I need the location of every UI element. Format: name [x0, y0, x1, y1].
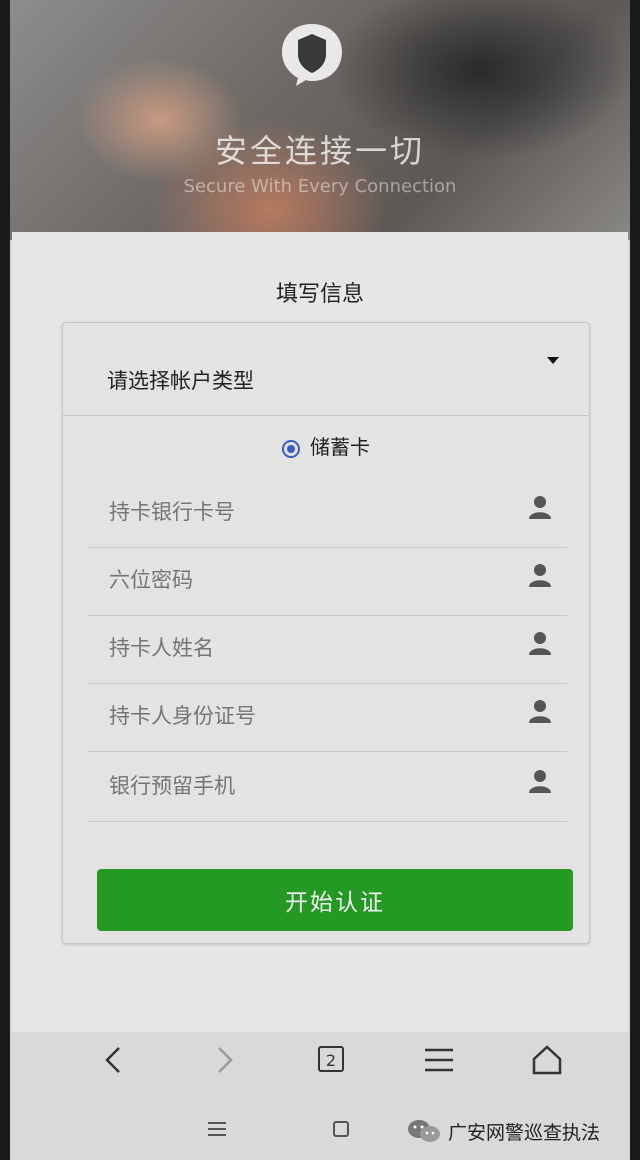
- phone-field[interactable]: [87, 755, 567, 822]
- person-icon: [529, 496, 551, 519]
- home-icon: [532, 1045, 562, 1075]
- hero-title: 安全连接一切: [214, 132, 425, 170]
- person-icon: [529, 632, 551, 655]
- chevron-left-icon: [105, 1047, 120, 1073]
- menu-icon: [425, 1048, 453, 1072]
- card-number-input[interactable]: [107, 499, 491, 525]
- chevron-right-icon: [218, 1047, 233, 1073]
- cardholder-name-input[interactable]: [107, 635, 491, 661]
- form-card: 请选择帐户类型 储蓄卡 持卡银行卡号 六位密码 持卡人姓名 持卡人身份证号 银行…: [62, 322, 590, 944]
- menu-button[interactable]: [408, 1032, 468, 1088]
- card-number-field[interactable]: [87, 481, 567, 548]
- watermark: 广安网警巡查执法: [406, 1116, 600, 1146]
- person-icon: [529, 770, 551, 793]
- watermark-text: 广安网警巡查执法: [448, 1121, 601, 1144]
- caret-down-icon: [547, 357, 559, 364]
- card-type-radio[interactable]: 储蓄卡: [63, 431, 589, 471]
- system-home-icon[interactable]: [326, 1118, 356, 1140]
- browser-nav-bar: 2: [10, 1032, 630, 1088]
- recent-apps-icon[interactable]: [202, 1118, 232, 1140]
- person-icon: [529, 564, 551, 587]
- tabs-button[interactable]: 2: [300, 1032, 360, 1088]
- forward-button[interactable]: [194, 1032, 254, 1088]
- form-panel: 填写信息 请选择帐户类型 储蓄卡 持卡银行卡号 六位密码 持卡人姓名 持卡人身份…: [12, 232, 628, 1032]
- start-verification-button[interactable]: 开始认证: [97, 869, 573, 931]
- account-type-select[interactable]: 请选择帐户类型: [63, 323, 589, 416]
- phone-input[interactable]: [107, 773, 491, 799]
- person-icon: [529, 700, 551, 723]
- app-logo-icon: [282, 24, 342, 86]
- phone-screen: 安全连接一切 Secure With Every Connection 填写信息…: [10, 0, 630, 1160]
- cardholder-name-field[interactable]: [87, 617, 567, 684]
- back-button[interactable]: [84, 1032, 144, 1088]
- hero-banner: 安全连接一切 Secure With Every Connection: [10, 0, 630, 240]
- home-button[interactable]: [516, 1032, 576, 1088]
- id-number-input[interactable]: [107, 703, 491, 729]
- page-title: 填写信息: [275, 282, 364, 307]
- password-input[interactable]: [107, 567, 491, 593]
- radio-selected-icon[interactable]: [282, 439, 300, 458]
- password-field[interactable]: [87, 549, 567, 616]
- card-type-label: 储蓄卡: [310, 435, 370, 459]
- wechat-icon: [408, 1120, 440, 1142]
- hero-subtitle: Secure With Every Connection: [183, 176, 457, 197]
- account-type-label: 请选择帐户类型: [107, 369, 254, 393]
- tab-count: 2: [318, 1046, 344, 1072]
- id-number-field[interactable]: [87, 685, 567, 752]
